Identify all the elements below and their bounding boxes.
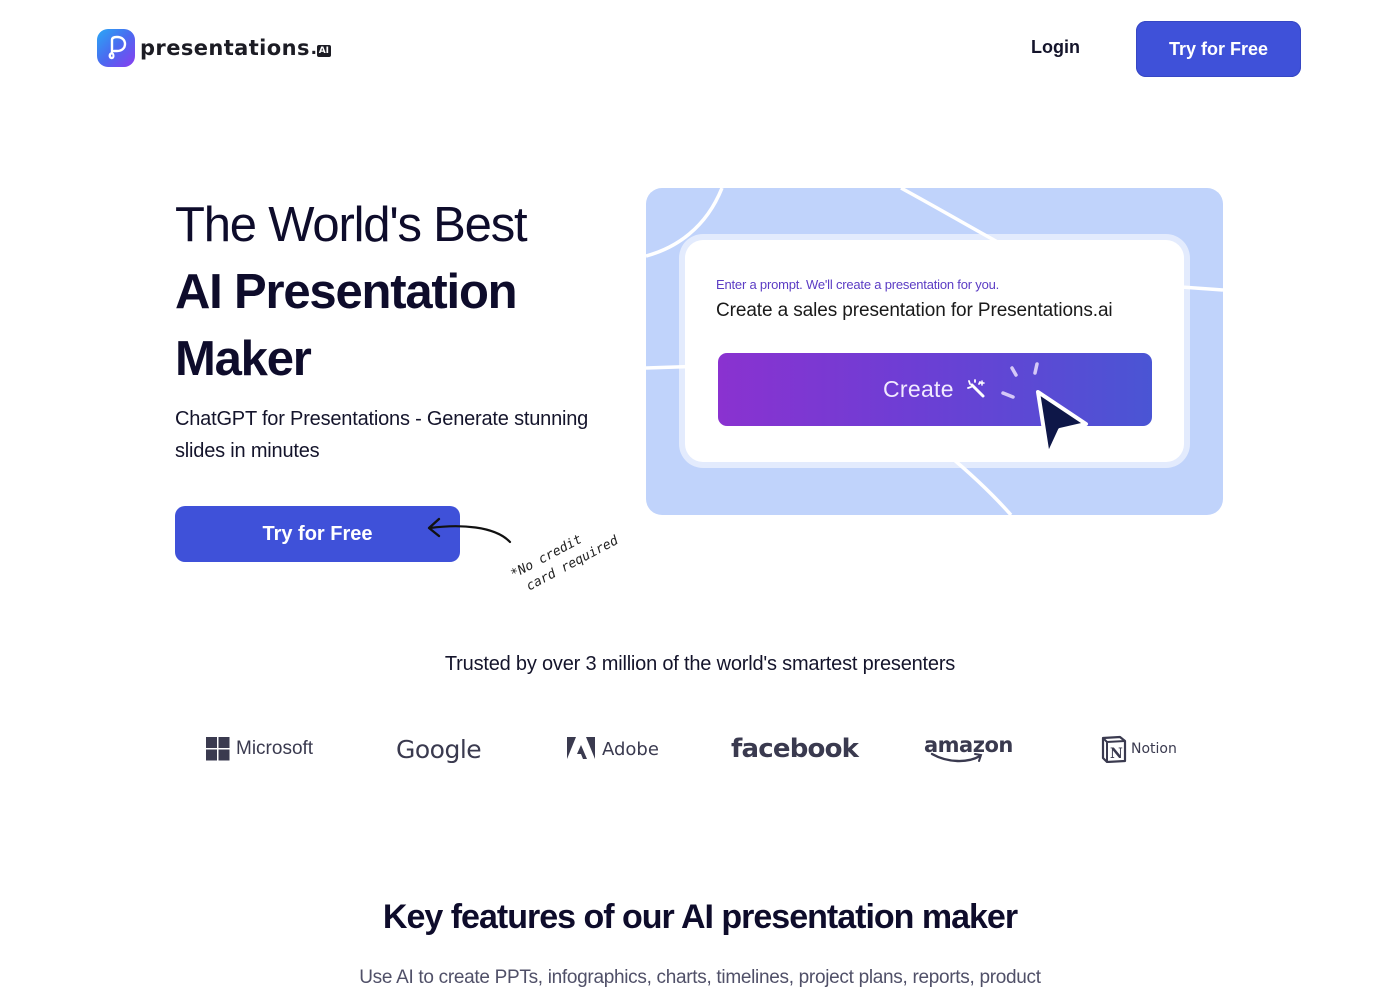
login-link[interactable]: Login bbox=[1031, 37, 1080, 58]
hero-title-line3: Maker bbox=[175, 332, 312, 386]
logo-ai-badge: AI bbox=[316, 45, 332, 57]
header-try-free-button[interactable]: Try for Free bbox=[1136, 21, 1301, 77]
brand-amazon: amazon bbox=[924, 725, 1013, 773]
create-label: Create bbox=[883, 376, 954, 402]
features-subtitle: Use AI to create PPTs, infographics, cha… bbox=[359, 967, 1041, 988]
hero-illustration: Enter a prompt. We'll create a presentat… bbox=[646, 188, 1223, 515]
microsoft-logo-icon bbox=[206, 737, 230, 761]
amazon-smile-icon bbox=[930, 752, 983, 762]
prompt-input[interactable]: Create a sales presentation for Presenta… bbox=[716, 300, 1113, 322]
presentations-logo-icon bbox=[97, 29, 135, 67]
site-header: presentations. AI Login Try for Free bbox=[0, 0, 1400, 100]
brand-adobe: Adobe bbox=[567, 725, 659, 773]
facebook-logo: facebook bbox=[731, 734, 859, 764]
logo-wordmark: presentations bbox=[140, 36, 310, 60]
brand-facebook: facebook bbox=[731, 725, 859, 773]
brand-google: Google bbox=[396, 725, 482, 773]
google-logo: Google bbox=[396, 734, 482, 764]
hero-try-free-button[interactable]: Try for Free bbox=[175, 506, 460, 562]
prompt-label: Enter a prompt. We'll create a presentat… bbox=[716, 277, 1000, 292]
logo-link[interactable]: presentations. AI bbox=[97, 29, 332, 67]
hero-title-line2: AI Presentation bbox=[175, 265, 518, 319]
adobe-logo-icon bbox=[567, 737, 595, 759]
prompt-card: Enter a prompt. We'll create a presentat… bbox=[685, 240, 1184, 462]
brand-notion: N Notion bbox=[1101, 725, 1177, 773]
hero-subtitle: ChatGPT for Presentations - Generate stu… bbox=[175, 408, 589, 462]
brand-logos: Microsoft Google Adobe facebook amazon N… bbox=[0, 725, 1400, 775]
brand-microsoft-label: Microsoft bbox=[236, 738, 314, 759]
features-title-light: Key features of our bbox=[382, 898, 681, 936]
trusted-by-text: Trusted by over 3 million of the world's… bbox=[444, 653, 956, 675]
features-title-bold: AI presentation maker bbox=[680, 898, 1018, 936]
hero-title-line1: The World's Best bbox=[175, 198, 528, 252]
brand-notion-label: Notion bbox=[1131, 741, 1177, 757]
mouse-cursor-icon bbox=[1036, 390, 1088, 458]
magic-wand-icon bbox=[967, 379, 985, 398]
brand-microsoft: Microsoft bbox=[206, 725, 313, 773]
logo-dot: . bbox=[310, 36, 317, 59]
svg-text:N: N bbox=[1110, 746, 1123, 762]
features-title: Key features of our AI presentation make… bbox=[0, 898, 1400, 937]
hero-title: The World's Best AI Presentation Maker bbox=[175, 192, 635, 393]
notion-logo-icon: N bbox=[1101, 735, 1127, 763]
brand-adobe-label: Adobe bbox=[602, 738, 659, 760]
